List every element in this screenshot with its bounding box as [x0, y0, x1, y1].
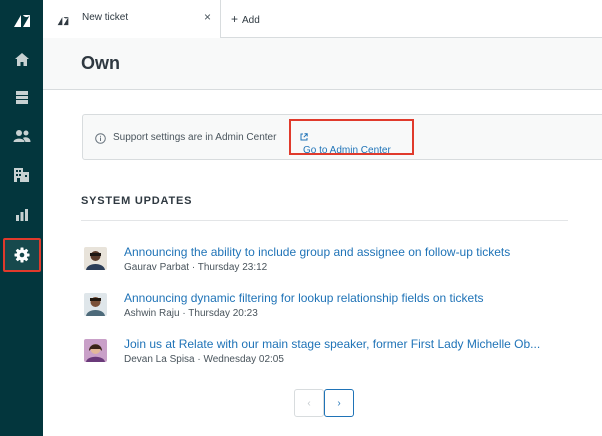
update-meta: Ashwin Raju · Thursday 20:23 — [124, 308, 258, 319]
tab-label: New ticket — [82, 12, 129, 23]
info-icon — [95, 131, 106, 149]
reporting-icon[interactable] — [0, 196, 43, 232]
avatar — [84, 339, 107, 362]
divider — [81, 220, 568, 221]
admin-link-label: Go to Admin Center — [303, 145, 391, 156]
update-title-link[interactable]: Announcing the ability to include group … — [124, 245, 510, 259]
page-header: Own — [43, 38, 602, 90]
next-page-button[interactable]: › — [324, 389, 354, 417]
avatar — [84, 293, 107, 316]
organizations-icon[interactable] — [0, 157, 43, 193]
update-item: Announcing dynamic filtering for lookup … — [84, 291, 584, 325]
views-icon[interactable] — [0, 79, 43, 115]
tab-bar: New ticket × + Add — [43, 0, 602, 38]
admin-gear-icon[interactable] — [3, 238, 41, 272]
previous-page-button[interactable]: ‹ — [294, 389, 324, 417]
update-title-link[interactable]: Announcing dynamic filtering for lookup … — [124, 291, 484, 305]
external-link-icon — [300, 133, 308, 141]
side-nav — [0, 0, 43, 436]
logo-icon[interactable] — [0, 2, 43, 38]
notice-text: Support settings are in Admin Center — [113, 132, 277, 143]
update-item: Join us at Relate with our main stage sp… — [84, 337, 584, 371]
add-tab-button[interactable]: + Add — [231, 12, 260, 26]
update-item: Announcing the ability to include group … — [84, 245, 584, 279]
update-meta: Devan La Spisa · Wednesday 02:05 — [124, 354, 284, 365]
admin-center-notice: Support settings are in Admin Center Go … — [82, 114, 602, 160]
page-title: Own — [81, 53, 120, 73]
update-meta: Gaurav Parbat · Thursday 23:12 — [124, 262, 268, 273]
close-icon[interactable]: × — [204, 10, 211, 24]
avatar — [84, 247, 107, 270]
customers-icon[interactable] — [0, 118, 43, 154]
tab-new-ticket[interactable]: New ticket × — [43, 0, 221, 38]
add-label: Add — [242, 15, 260, 26]
update-title-link[interactable]: Join us at Relate with our main stage sp… — [124, 337, 540, 351]
home-icon[interactable] — [0, 41, 43, 77]
system-updates-heading: SYSTEM UPDATES — [81, 195, 193, 207]
plus-icon: + — [231, 12, 239, 26]
zendesk-logo-icon — [57, 13, 69, 31]
go-to-admin-center-link[interactable]: Go to Admin Center — [289, 119, 414, 156]
